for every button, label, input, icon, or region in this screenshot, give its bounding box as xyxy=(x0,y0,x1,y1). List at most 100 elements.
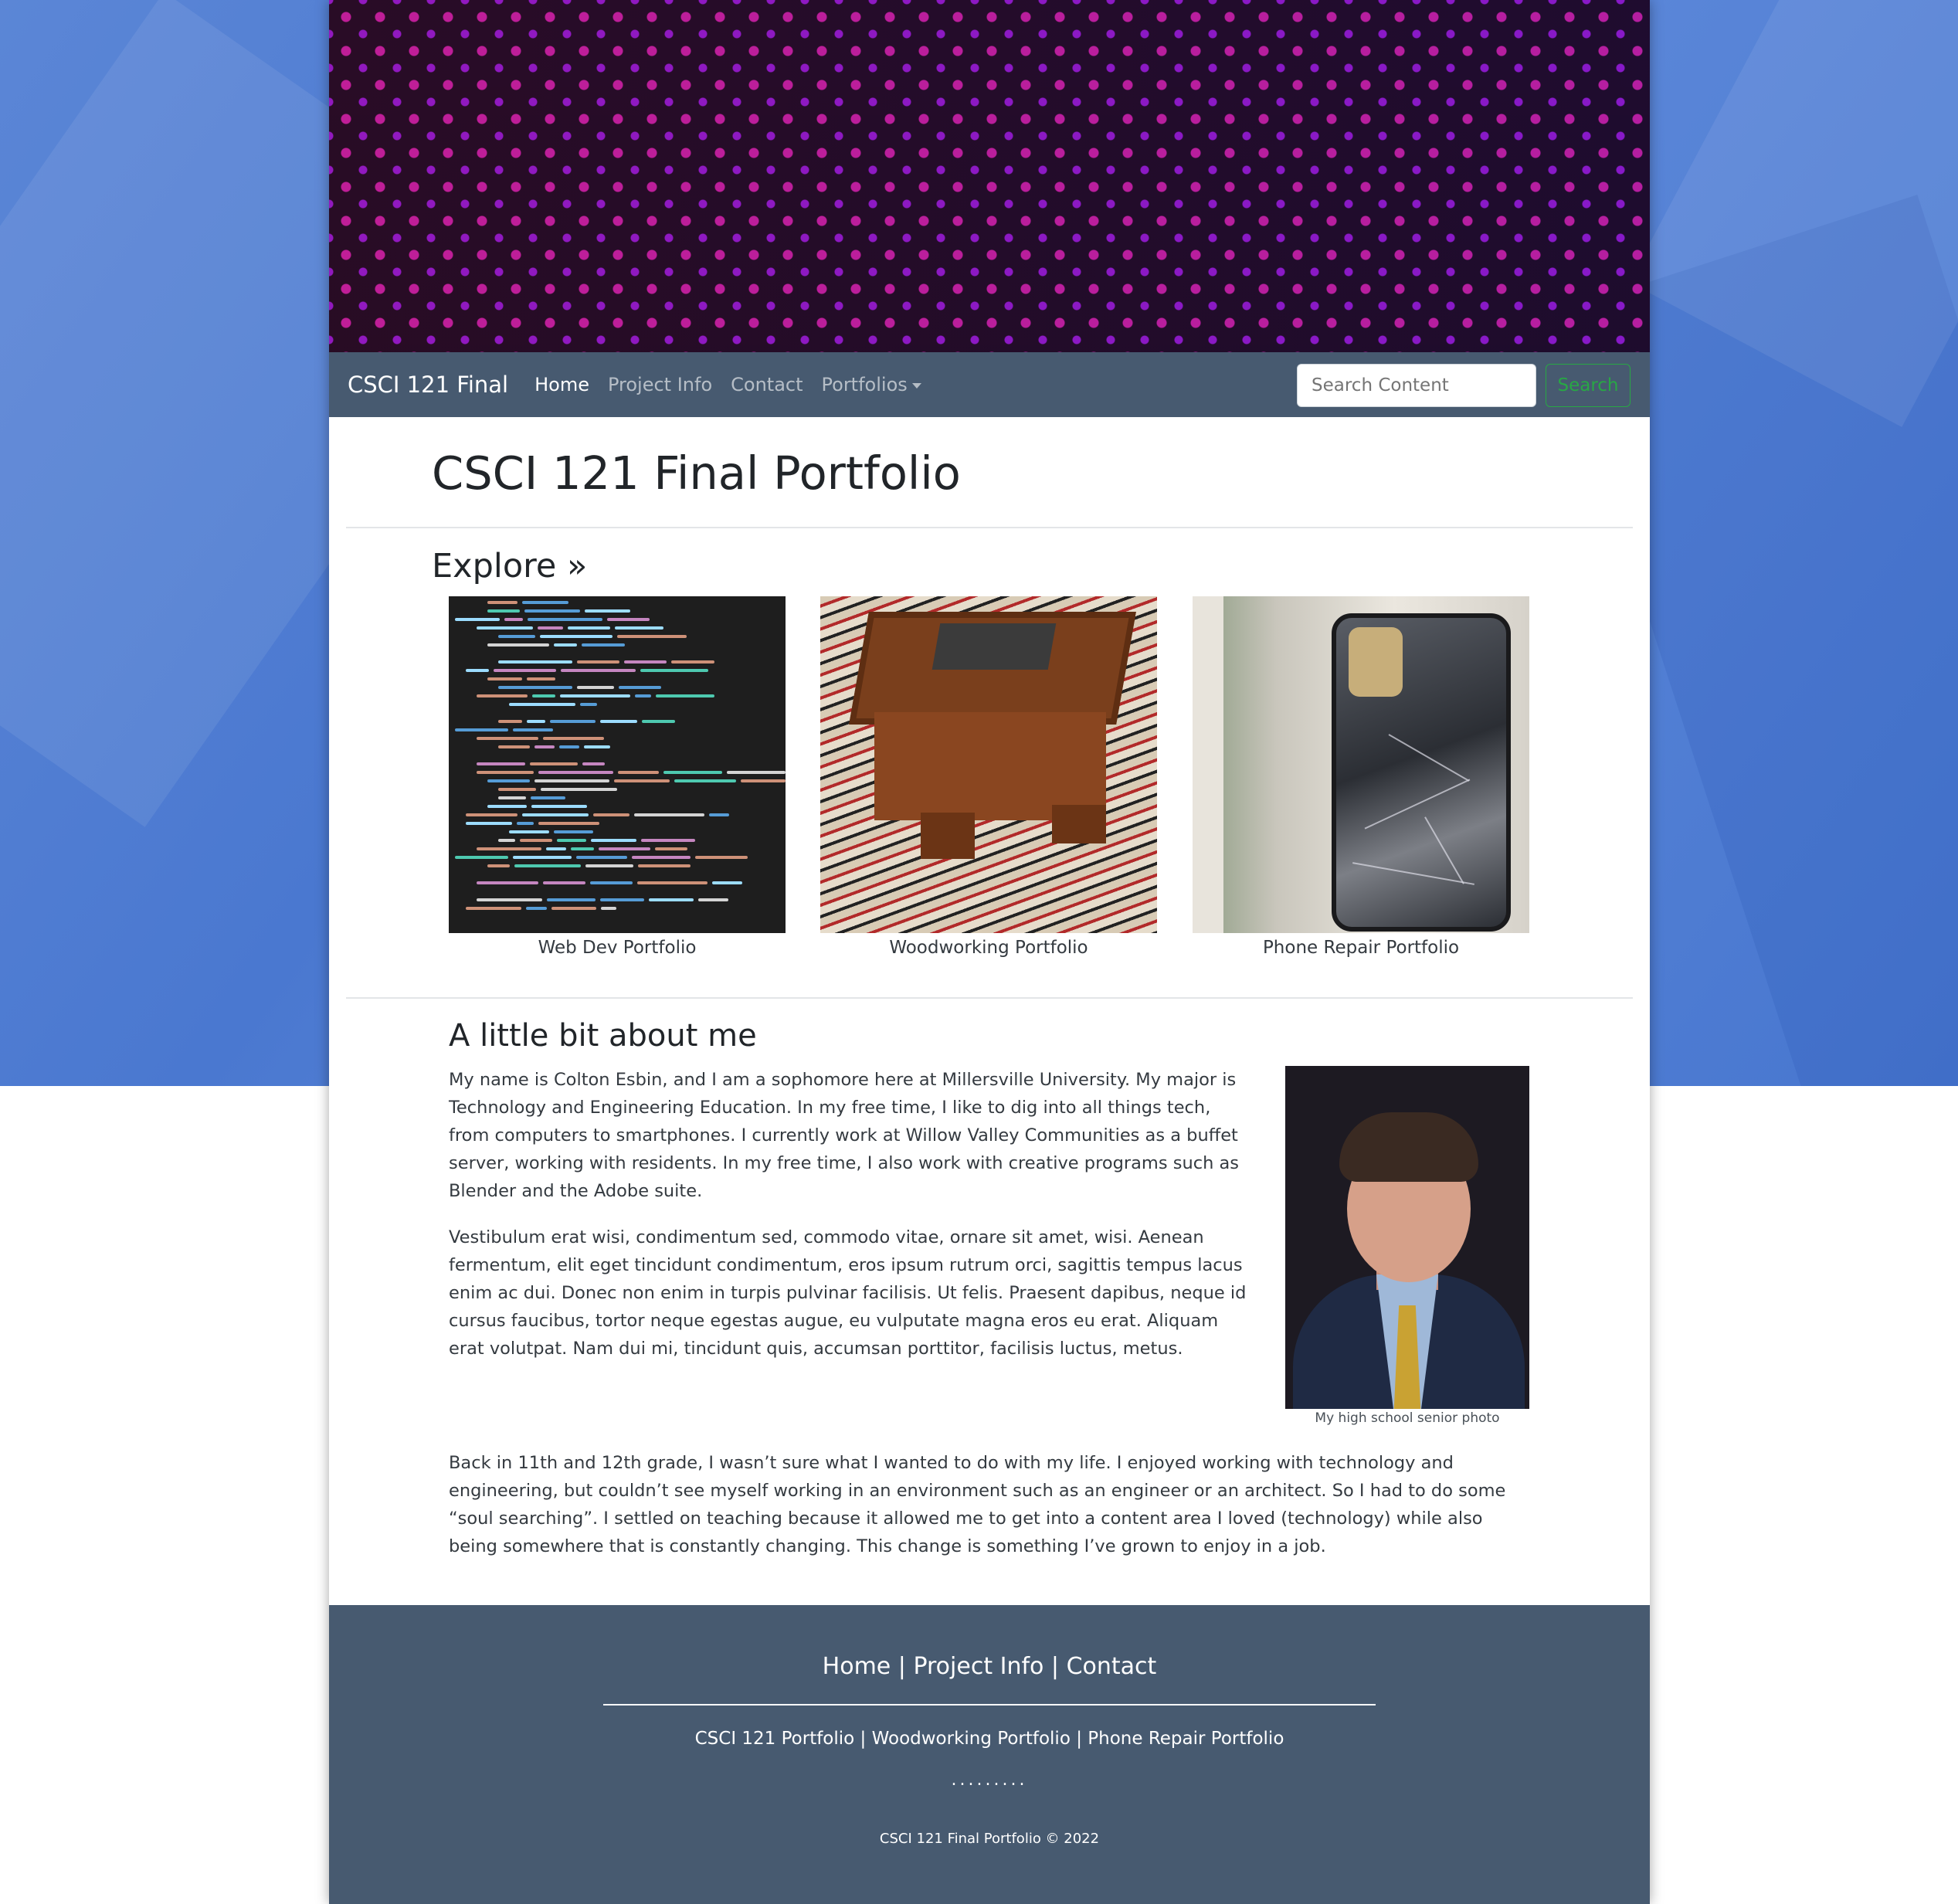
code-line xyxy=(642,720,675,723)
card-caption: Web Dev Portfolio xyxy=(538,938,697,958)
code-line xyxy=(466,907,521,910)
portfolio-card-webdev[interactable]: Web Dev Portfolio xyxy=(449,596,786,958)
code-line xyxy=(498,796,526,799)
code-line xyxy=(538,771,613,774)
page-footer: Home | Project Info | Contact CSCI 121 P… xyxy=(329,1605,1650,1904)
nav-link-home[interactable]: Home xyxy=(534,374,589,395)
code-line xyxy=(517,822,534,825)
footer-divider xyxy=(603,1704,1376,1705)
code-line xyxy=(543,881,585,884)
code-line xyxy=(559,745,579,748)
code-line xyxy=(554,643,577,647)
code-line xyxy=(498,635,535,638)
code-line xyxy=(526,907,547,910)
code-line xyxy=(577,686,614,689)
code-line xyxy=(741,779,786,782)
search-button[interactable]: Search xyxy=(1546,364,1631,407)
nav-dropdown-label: Portfolios xyxy=(821,374,908,395)
code-line xyxy=(599,847,650,850)
code-line xyxy=(498,720,522,723)
wooden-box-image[interactable] xyxy=(820,596,1157,933)
search-input[interactable] xyxy=(1297,364,1536,407)
page-container: CSCI 121 Final Home Project Info Contact… xyxy=(329,0,1650,1904)
code-line xyxy=(487,609,520,613)
code-line xyxy=(528,618,602,621)
code-line xyxy=(477,762,525,765)
code-line xyxy=(543,737,604,740)
code-line xyxy=(554,830,593,833)
code-line xyxy=(487,601,517,604)
nav-link-contact[interactable]: Contact xyxy=(731,374,803,395)
code-line xyxy=(531,805,587,808)
code-line xyxy=(509,830,549,833)
code-line xyxy=(634,813,704,816)
code-line xyxy=(615,626,663,630)
header-banner-image xyxy=(329,0,1650,352)
code-line xyxy=(635,694,651,697)
code-line xyxy=(487,779,530,782)
code-line xyxy=(561,669,636,672)
code-line xyxy=(580,703,597,706)
portfolio-card-phone-repair[interactable]: Phone Repair Portfolio xyxy=(1193,596,1529,958)
code-line xyxy=(466,669,489,672)
portfolio-card-woodworking[interactable]: Woodworking Portfolio xyxy=(820,596,1157,958)
footer-portfolio-links[interactable]: CSCI 121 Portfolio | Woodworking Portfol… xyxy=(329,1729,1650,1749)
code-line xyxy=(477,771,534,774)
code-line xyxy=(498,660,572,664)
code-line xyxy=(487,805,527,808)
about-paragraph: Vestibulum erat wisi, condimentum sed, c… xyxy=(449,1227,1247,1359)
code-line xyxy=(546,847,566,850)
footer-primary-links[interactable]: Home | Project Info | Contact xyxy=(329,1653,1650,1680)
code-line xyxy=(513,856,572,859)
code-line xyxy=(547,898,596,901)
code-line xyxy=(638,864,691,867)
code-line xyxy=(618,771,659,774)
code-line xyxy=(527,677,555,680)
code-line xyxy=(709,813,729,816)
nav-link-project-info[interactable]: Project Info xyxy=(608,374,712,395)
code-line xyxy=(524,609,580,613)
code-line xyxy=(663,771,722,774)
top-navbar: CSCI 121 Final Home Project Info Contact… xyxy=(329,352,1650,417)
code-line xyxy=(527,720,545,723)
cracked-phone-image[interactable] xyxy=(1193,596,1529,933)
code-line xyxy=(593,813,629,816)
code-line xyxy=(557,839,586,842)
code-line xyxy=(601,907,616,910)
code-line xyxy=(551,907,596,910)
code-line xyxy=(498,839,515,842)
code-line xyxy=(585,609,630,613)
code-line xyxy=(477,626,533,630)
code-line xyxy=(477,881,538,884)
code-screenshot-image[interactable] xyxy=(449,596,786,933)
code-line xyxy=(698,898,728,901)
code-line xyxy=(504,618,523,621)
code-line xyxy=(498,745,530,748)
navbar-brand[interactable]: CSCI 121 Final xyxy=(348,372,508,398)
page-title: CSCI 121 Final Portfolio xyxy=(432,446,961,500)
code-line xyxy=(617,635,687,638)
code-line xyxy=(455,618,500,621)
code-line xyxy=(584,745,610,748)
code-line xyxy=(540,635,613,638)
code-line xyxy=(522,601,568,604)
code-line xyxy=(550,720,596,723)
code-line xyxy=(477,694,528,697)
code-line xyxy=(571,847,594,850)
nav-dropdown-portfolios[interactable]: Portfolios xyxy=(822,374,921,395)
code-line xyxy=(466,822,512,825)
code-line xyxy=(640,669,708,672)
divider xyxy=(346,997,1633,999)
code-line xyxy=(600,720,637,723)
code-line xyxy=(591,839,636,842)
code-line xyxy=(498,788,536,791)
code-line xyxy=(568,626,610,630)
footer-dots: ......... xyxy=(951,1770,1028,1790)
divider xyxy=(346,527,1633,528)
senior-photo xyxy=(1285,1066,1529,1409)
code-line xyxy=(656,694,714,697)
chevron-down-icon xyxy=(911,382,921,389)
code-line xyxy=(655,847,687,850)
code-line xyxy=(600,898,644,901)
code-line xyxy=(455,728,508,731)
